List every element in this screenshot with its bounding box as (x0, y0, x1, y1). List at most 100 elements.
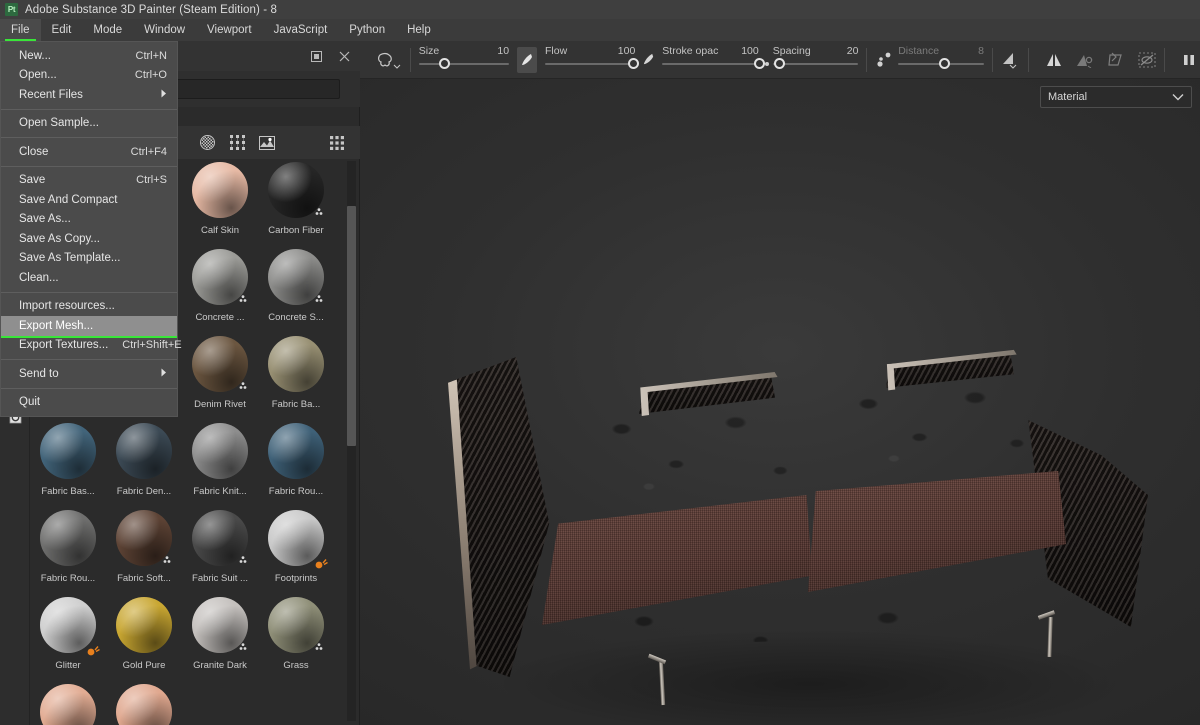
menubar-item-mode[interactable]: Mode (82, 19, 133, 41)
stroke-opacity-brush-icon[interactable] (637, 45, 660, 75)
size-slider[interactable]: Size 10 (418, 44, 510, 76)
file-menu-item-save-as-copy[interactable]: Save As Copy... (1, 229, 177, 249)
menubar-item-javascript[interactable]: JavaScript (263, 19, 339, 41)
shader-mode-dropdown[interactable]: Material (1040, 86, 1192, 108)
pause-engine-icon[interactable] (1177, 45, 1200, 75)
material-tile[interactable]: Calf Skin (189, 159, 251, 236)
file-menu-item-import-resources[interactable]: Import resources... (1, 297, 177, 317)
scatter-icon[interactable] (873, 45, 896, 75)
file-menu-item-open[interactable]: Open... Ctrl+O (1, 66, 177, 86)
alignment-icon[interactable] (999, 45, 1022, 75)
material-tile[interactable]: Fabric Den... (113, 420, 175, 497)
size-slider-value: 10 (497, 44, 510, 57)
material-tile[interactable]: Fabric Soft... (113, 507, 175, 584)
material-tile[interactable]: Fabric Knit... (189, 420, 251, 497)
brush-toolbar: Size 10 Flow 100 Stroke opac 100 Spacing… (360, 41, 1200, 79)
material-tile[interactable]: Footprints (265, 507, 328, 584)
file-menu-item-save-and-compact[interactable]: Save And Compact (1, 190, 177, 210)
file-menu-item-shortcut: Ctrl+F4 (130, 145, 167, 158)
material-thumbnail (37, 423, 99, 485)
file-menu-item-send-to[interactable]: Send to (1, 364, 177, 384)
material-sphere (40, 510, 96, 566)
file-menu-item-export-textures[interactable]: Export Textures... Ctrl+Shift+E (1, 336, 182, 356)
menubar-label-file: File (11, 24, 30, 36)
menubar-item-python[interactable]: Python (338, 19, 396, 41)
material-tile[interactable]: Fabric Ba... (265, 333, 327, 410)
file-menu-item-export-mesh[interactable]: Export Mesh... (1, 316, 177, 337)
file-menu-item-label: Export Mesh... (19, 319, 94, 332)
spacing-slider-knob[interactable] (773, 57, 785, 69)
material-tile[interactable]: Fabric Suit ... (189, 507, 251, 584)
material-thumbnail (265, 510, 328, 572)
thumbnail-size-icon[interactable] (324, 131, 350, 155)
material-thumbnail (37, 597, 100, 659)
flow-slider[interactable]: Flow 100 (545, 44, 640, 76)
file-menu-item-label: Import resources... (19, 300, 115, 313)
close-panel-icon[interactable] (336, 48, 352, 64)
hide-selection-icon[interactable] (1135, 45, 1158, 75)
distance-slider[interactable]: Distance 8 (898, 44, 984, 76)
material-tile[interactable]: Glitter (37, 594, 100, 671)
material-view-icon[interactable] (194, 131, 220, 155)
size-slider-track[interactable] (418, 62, 510, 65)
material-tile[interactable]: Head Skin (37, 681, 99, 725)
file-menu-item-open-sample[interactable]: Open Sample... (1, 114, 177, 134)
menubar-item-window[interactable]: Window (133, 19, 196, 41)
size-slider-knob[interactable] (438, 57, 450, 69)
material-thumbnail (189, 249, 251, 311)
file-menu-item-clean[interactable]: Clean... (1, 268, 177, 288)
file-menu-item-save[interactable]: Save Ctrl+S (1, 171, 177, 191)
material-tile[interactable]: Granite Dark (189, 594, 251, 671)
file-menu-item-save-as-template[interactable]: Save As Template... (1, 249, 177, 269)
material-label: Grass (283, 660, 309, 671)
stroke-opacity-slider-knob[interactable] (753, 57, 765, 69)
material-tile[interactable]: Grass (265, 594, 327, 671)
uv-projection-icon[interactable] (1104, 45, 1127, 75)
grid-filter-icon[interactable] (224, 131, 250, 155)
spacing-slider-track[interactable] (772, 62, 859, 65)
brush-preset-icon[interactable] (374, 45, 404, 75)
menubar-item-viewport[interactable]: Viewport (196, 19, 263, 41)
stroke-opacity-slider-label: Stroke opac (662, 44, 719, 57)
flow-slider-knob[interactable] (628, 57, 640, 69)
stroke-opacity-slider[interactable]: Stroke opac 100 (662, 44, 765, 76)
material-tile[interactable]: Human Skin (113, 681, 175, 725)
flow-brush-icon[interactable] (517, 46, 537, 73)
spacing-slider[interactable]: Spacing 20 (764, 44, 859, 76)
chevron-down-icon (1172, 94, 1184, 101)
material-tile[interactable]: Gold Pure (113, 594, 175, 671)
menubar-item-edit[interactable]: Edit (41, 19, 83, 41)
spacing-slider-label: Spacing (772, 44, 811, 57)
material-label: Fabric Suit ... (192, 573, 248, 584)
material-tile[interactable]: Concrete S... (265, 246, 327, 323)
flow-slider-track[interactable] (545, 62, 636, 65)
symmetry-icon[interactable] (1042, 45, 1065, 75)
material-thumbnail (37, 684, 99, 725)
menu-separator (1, 108, 177, 110)
tri-planar-badge-icon (239, 642, 249, 650)
file-menu-item-close[interactable]: Close Ctrl+F4 (1, 142, 177, 162)
file-menu-dropdown[interactable]: New... Ctrl+N Open... Ctrl+O Recent Files Ope… (0, 41, 182, 417)
file-menu-item-recent-files[interactable]: Recent Files (1, 85, 177, 105)
app-logo-icon: Pt (5, 3, 18, 16)
3d-viewport[interactable]: Material (360, 79, 1200, 725)
float-panel-icon[interactable] (308, 48, 324, 64)
shelf-scrollbar[interactable] (347, 206, 356, 446)
material-tile[interactable]: Fabric Bas... (37, 420, 99, 497)
material-thumbnail (189, 336, 251, 398)
file-menu-item-label: Open... (19, 69, 57, 82)
file-menu-item-quit[interactable]: Quit (1, 393, 177, 413)
material-tile[interactable]: Fabric Rou... (37, 507, 99, 584)
stroke-opacity-slider-track[interactable] (662, 62, 759, 65)
material-tile[interactable]: Denim Rivet (189, 333, 251, 410)
symmetry-plane-icon[interactable] (1073, 45, 1096, 75)
menubar-item-file[interactable]: File (0, 19, 41, 41)
file-menu-item-save-as[interactable]: Save As... (1, 210, 177, 230)
material-tile[interactable]: Carbon Fiber (265, 159, 327, 236)
distance-slider-knob[interactable] (939, 57, 951, 69)
image-preview-icon[interactable] (254, 131, 280, 155)
material-tile[interactable]: Fabric Rou... (265, 420, 327, 497)
material-tile[interactable]: Concrete ... (189, 246, 251, 323)
menubar-item-help[interactable]: Help (396, 19, 442, 41)
file-menu-item-new[interactable]: New... Ctrl+N (1, 46, 177, 66)
